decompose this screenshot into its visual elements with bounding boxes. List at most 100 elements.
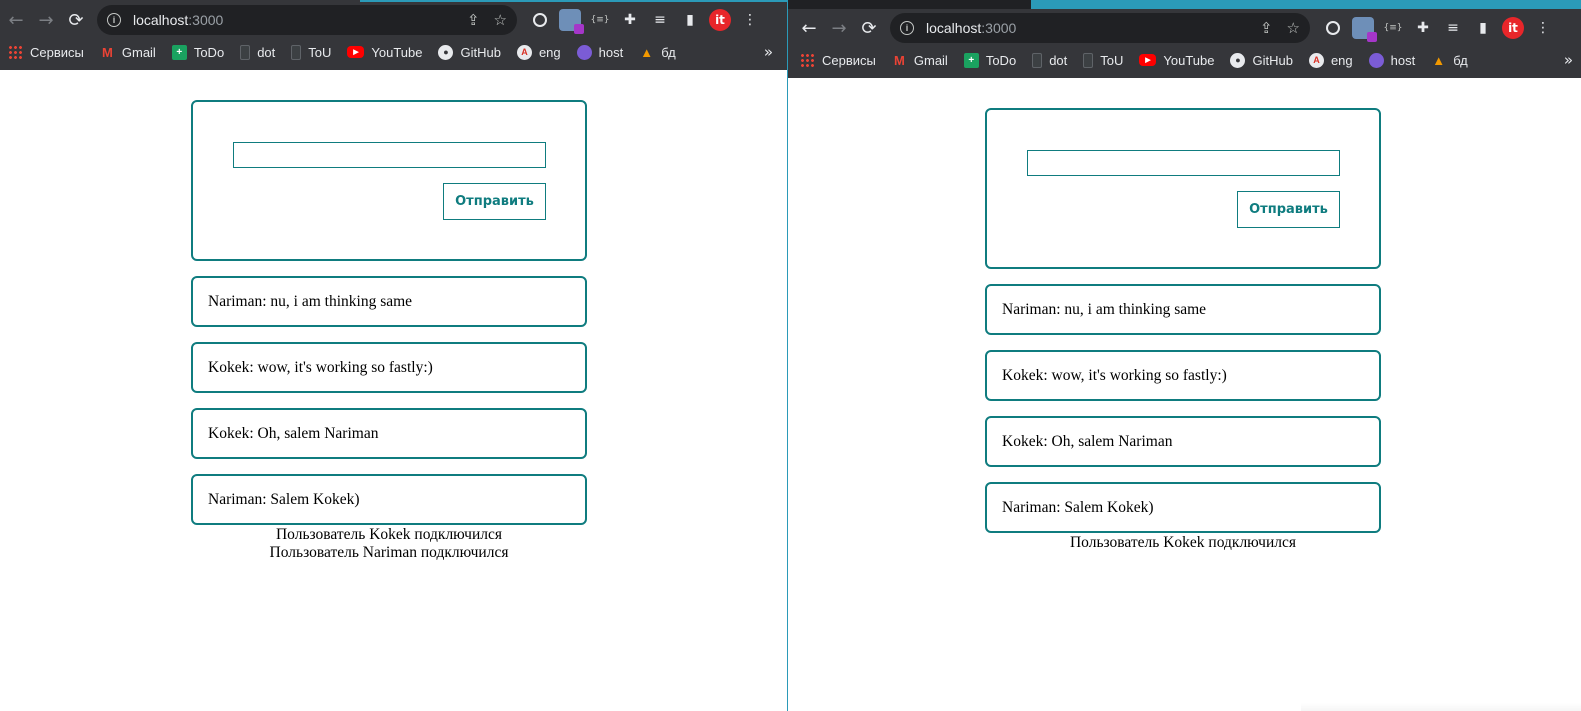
message-item: Kokek: wow, it's working so fastly:) <box>191 342 587 393</box>
side-panel-icon[interactable]: ▮ <box>679 9 701 31</box>
bookmark-label: eng <box>538 44 561 60</box>
document-icon <box>1083 52 1094 68</box>
page-content: Отправить Nariman: nu, i am thinking sam… <box>788 78 1581 711</box>
extension-json-icon[interactable]: {≡} <box>589 9 611 31</box>
youtube-icon: ▶ <box>1139 54 1157 66</box>
bookmark-youtube[interactable]: ▶ YouTube <box>347 45 422 60</box>
more-bookmarks-icon[interactable]: » <box>1564 51 1573 69</box>
tab-strip-accent <box>1031 0 1581 9</box>
extension-circle-icon[interactable] <box>529 9 551 31</box>
message-item: Kokek: Oh, salem Nariman <box>985 416 1381 467</box>
site-info-icon[interactable]: i <box>107 13 121 27</box>
reload-icon[interactable]: ⟳ <box>854 13 884 43</box>
profile-avatar-icon[interactable]: it <box>1502 17 1524 39</box>
extensions-puzzle-icon[interactable]: ✚ <box>619 9 641 31</box>
bookmark-label: ToDo <box>193 44 225 60</box>
more-bookmarks-icon[interactable]: » <box>764 43 773 61</box>
profile-avatar-icon[interactable]: it <box>709 9 731 31</box>
address-bar[interactable]: i localhost:3000 ⇪ ☆ <box>97 5 517 35</box>
bookmark-tou[interactable]: ToU <box>291 44 331 60</box>
host-icon <box>576 44 592 60</box>
host-icon <box>1368 52 1384 68</box>
extension-fox-icon[interactable] <box>559 9 584 34</box>
bookmark-bd[interactable]: ▲ бд <box>1431 53 1467 68</box>
status-line: Пользователь Kokek подключился <box>275 526 503 543</box>
youtube-icon: ▶ <box>347 46 365 58</box>
extension-fox-icon[interactable] <box>1352 17 1377 42</box>
url-port: :3000 <box>981 20 1017 36</box>
send-button[interactable]: Отправить <box>1237 191 1340 228</box>
message-input[interactable] <box>233 142 546 168</box>
bookmark-gmail[interactable]: M Gmail <box>892 53 948 68</box>
bookmark-label: Gmail <box>121 44 156 60</box>
extension-json-icon[interactable]: {≡} <box>1382 17 1404 39</box>
database-icon: ▲ <box>1432 52 1446 68</box>
bookmark-youtube[interactable]: ▶ YouTube <box>1139 53 1214 68</box>
bookmark-services[interactable]: Сервисы <box>800 52 876 68</box>
bookmark-label: YouTube <box>371 44 423 60</box>
menu-kebab-icon[interactable]: ⋮ <box>1532 17 1554 39</box>
browser-chrome: ← → ⟳ i localhost:3000 ⇪ ☆ {≡} ✚ ≡ ▮ it … <box>0 0 787 70</box>
back-icon[interactable]: ← <box>794 13 824 43</box>
bookmark-label: GitHub <box>460 44 501 60</box>
bookmark-host[interactable]: host <box>1368 52 1415 68</box>
bookmark-star-icon[interactable]: ☆ <box>1287 19 1300 37</box>
bookmark-star-icon[interactable]: ☆ <box>494 11 507 29</box>
bookmark-tou[interactable]: ToU <box>1083 52 1123 68</box>
message-item: Nariman: nu, i am thinking same <box>985 284 1381 335</box>
message-form: Отправить <box>985 108 1381 269</box>
bookmark-eng[interactable]: Aeng <box>516 44 561 60</box>
status-line: Пользователь Nariman подключился <box>269 544 509 561</box>
site-info-icon[interactable]: i <box>900 21 914 35</box>
document-icon <box>291 44 302 60</box>
extensions-puzzle-icon[interactable]: ✚ <box>1412 17 1434 39</box>
media-list-icon[interactable]: ≡ <box>649 9 671 31</box>
status-line: Пользователь Kokek подключился <box>1069 534 1297 551</box>
back-icon[interactable]: ← <box>1 5 31 35</box>
url-host: localhost <box>926 20 982 36</box>
bookmark-host[interactable]: host <box>576 44 624 60</box>
apps-grid-icon <box>8 44 23 60</box>
extension-circle-icon[interactable] <box>1322 17 1344 39</box>
bookmark-dot[interactable]: dot <box>1032 52 1068 68</box>
bookmark-dot[interactable]: dot <box>240 44 276 60</box>
bookmark-github[interactable]: ● GitHub <box>1230 52 1293 68</box>
bookmark-label: Сервисы <box>30 44 84 60</box>
bookmark-github[interactable]: ● GitHub <box>438 44 501 60</box>
menu-kebab-icon[interactable]: ⋮ <box>739 9 761 31</box>
bookmark-services[interactable]: Сервисы <box>8 44 84 60</box>
reload-icon[interactable]: ⟳ <box>61 5 91 35</box>
apps-grid-icon <box>800 52 815 68</box>
window-shadow <box>1301 703 1581 711</box>
bookmark-gmail[interactable]: M Gmail <box>100 45 156 60</box>
page-content: Отправить Nariman: nu, i am thinking sam… <box>0 70 787 711</box>
bookmark-label: eng <box>1330 52 1353 68</box>
message-input[interactable] <box>1027 150 1340 176</box>
message-item: Kokek: wow, it's working so fastly:) <box>985 350 1381 401</box>
media-list-icon[interactable]: ≡ <box>1442 17 1464 39</box>
bookmark-label: YouTube <box>1163 52 1215 68</box>
send-button[interactable]: Отправить <box>443 183 546 220</box>
bookmarks-bar: Сервисы M Gmail + ToDo dot ToU ▶ YouTube ● G… <box>0 36 787 68</box>
gmail-icon: M <box>893 52 905 68</box>
bookmark-label: dot <box>1049 52 1068 68</box>
forward-icon[interactable]: → <box>824 13 854 43</box>
bookmark-label: host <box>598 44 624 60</box>
browser-chrome: ← → ⟳ i localhost:3000 ⇪ ☆ {≡} ✚ ≡ ▮ it … <box>788 9 1581 78</box>
bookmark-todo[interactable]: + ToDo <box>171 44 225 60</box>
share-icon[interactable]: ⇪ <box>1260 19 1273 37</box>
browser-window-left: ← → ⟳ i localhost:3000 ⇪ ☆ {≡} ✚ ≡ ▮ it … <box>0 0 787 711</box>
address-bar[interactable]: i localhost:3000 ⇪ ☆ <box>890 13 1310 43</box>
github-icon: ● <box>438 44 454 60</box>
database-icon: ▲ <box>640 44 654 60</box>
bookmark-label: Сервисы <box>822 52 876 68</box>
bookmark-bd[interactable]: ▲ бд <box>639 45 675 60</box>
side-panel-icon[interactable]: ▮ <box>1472 17 1494 39</box>
bookmark-todo[interactable]: + ToDo <box>963 52 1016 68</box>
chat-container: Отправить Nariman: nu, i am thinking sam… <box>191 100 587 562</box>
github-icon: ● <box>1230 52 1246 68</box>
bookmark-label: dot <box>257 44 276 60</box>
bookmark-eng[interactable]: Aeng <box>1308 52 1353 68</box>
share-icon[interactable]: ⇪ <box>467 11 480 29</box>
forward-icon[interactable]: → <box>31 5 61 35</box>
